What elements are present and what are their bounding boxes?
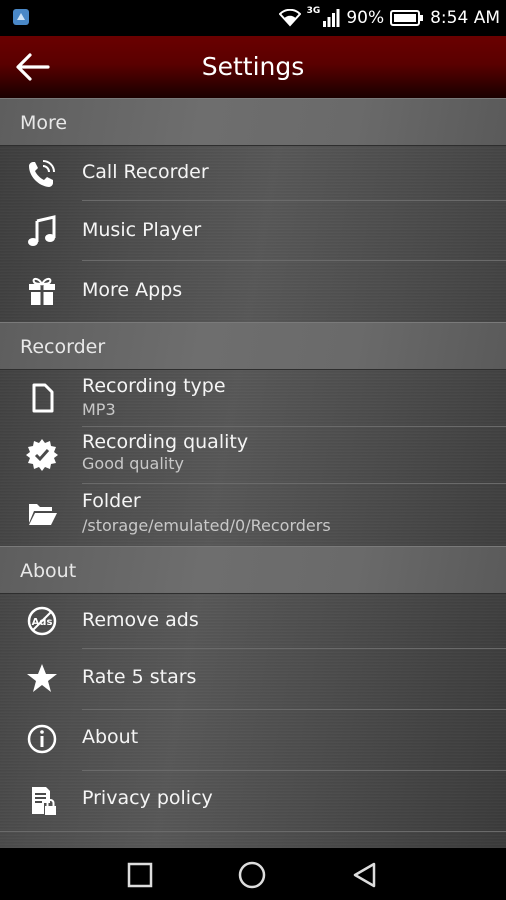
section-header-more: More xyxy=(0,98,506,146)
status-bar: 3G 90% 8:54 AM xyxy=(0,0,506,36)
clock: 8:54 AM xyxy=(430,8,500,28)
svg-text:Ads: Ads xyxy=(32,617,53,628)
setting-label: Recording type xyxy=(82,375,226,397)
phone-call-icon xyxy=(24,156,60,192)
page-title: Settings xyxy=(201,52,305,81)
file-icon xyxy=(24,380,60,416)
triangle-back-icon xyxy=(353,862,376,888)
setting-recording-type[interactable]: Recording type MP3 xyxy=(0,370,506,426)
star-icon xyxy=(24,660,60,696)
network-type-label: 3G xyxy=(306,6,321,16)
setting-folder[interactable]: Folder /storage/emulated/0/Recorders xyxy=(0,484,506,544)
setting-privacy-policy[interactable]: Privacy policy xyxy=(0,771,506,831)
setting-label: Privacy policy xyxy=(82,787,213,809)
info-icon xyxy=(24,721,60,757)
setting-label: Remove ads xyxy=(82,609,199,631)
setting-about[interactable]: About xyxy=(0,710,506,770)
recent-apps-button[interactable] xyxy=(125,860,155,890)
divider xyxy=(0,831,506,832)
back-button[interactable] xyxy=(12,49,52,85)
home-button[interactable] xyxy=(237,860,267,890)
setting-label: Rate 5 stars xyxy=(82,666,197,688)
circle-icon xyxy=(238,861,266,889)
battery-icon xyxy=(390,10,424,26)
gift-icon xyxy=(24,273,60,309)
app-bar: Settings xyxy=(0,36,506,98)
wifi-icon xyxy=(278,9,301,27)
navigation-bar xyxy=(0,848,506,900)
section-header-recorder: Recorder xyxy=(0,322,506,370)
setting-remove-ads[interactable]: Ads Remove ads xyxy=(0,594,506,648)
notification-icon xyxy=(12,8,30,26)
setting-recording-quality[interactable]: Recording quality Good quality xyxy=(0,427,506,483)
folder-open-icon xyxy=(24,494,60,530)
arrow-left-icon xyxy=(16,53,50,81)
setting-label: About xyxy=(82,726,139,748)
section-title: Recorder xyxy=(20,336,106,358)
setting-value: Good quality xyxy=(82,454,184,473)
setting-value: MP3 xyxy=(82,400,116,419)
setting-label: Recording quality xyxy=(82,431,249,453)
music-note-icon xyxy=(24,214,60,250)
setting-music-player[interactable]: Music Player xyxy=(0,201,506,261)
square-icon xyxy=(127,862,153,888)
setting-label: Call Recorder xyxy=(82,161,209,183)
section-title: About xyxy=(20,560,77,582)
setting-rate-5-stars[interactable]: Rate 5 stars xyxy=(0,649,506,709)
section-title: More xyxy=(20,112,68,134)
signal-icon xyxy=(323,9,340,27)
section-header-about: About xyxy=(0,546,506,594)
setting-more-apps[interactable]: More Apps xyxy=(0,261,506,321)
settings-list: More Call Recorder Music Player More App… xyxy=(0,98,506,848)
system-back-button[interactable] xyxy=(350,860,380,890)
setting-label: Folder xyxy=(82,490,141,512)
setting-label: Music Player xyxy=(82,219,202,241)
setting-call-recorder[interactable]: Call Recorder xyxy=(0,146,506,201)
battery-percent: 90% xyxy=(346,8,385,28)
privacy-document-icon xyxy=(24,783,60,819)
setting-value: /storage/emulated/0/Recorders xyxy=(82,516,331,535)
setting-label: More Apps xyxy=(82,279,183,301)
quality-badge-icon xyxy=(24,436,60,472)
no-ads-icon: Ads xyxy=(24,603,60,639)
